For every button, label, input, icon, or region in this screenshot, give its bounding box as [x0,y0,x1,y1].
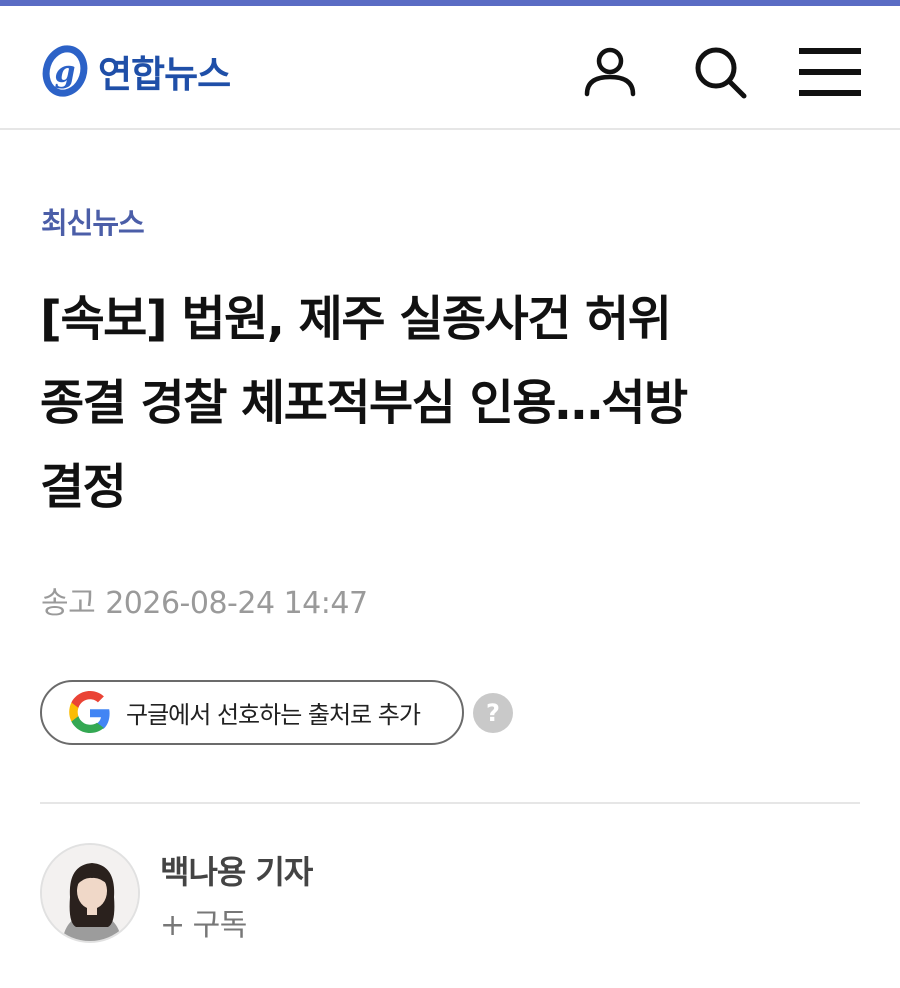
headline-line: 결정 [40,459,127,515]
google-icon [69,690,110,733]
google-pref-label: 구글에서 선호하는 출처로 추가 [126,701,421,729]
menu-icon [799,48,861,96]
date-label: 송고 [41,586,96,621]
article-headline: [속보] 법원, 제주 실종사건 허위 종결 경찰 체포적부심 인용…석방 결정 [40,277,870,529]
publish-dateline: 송고 2026-08-24 14:47 [41,578,368,622]
site-header: g 연합뉴스 [0,6,900,130]
help-icon[interactable]: ? [473,693,513,733]
reporter-photo [42,845,138,941]
google-preferred-source-button[interactable]: 구글에서 선호하는 출처로 추가 [40,680,464,745]
reporter-name[interactable]: 백나용 기자 [160,847,313,893]
yonhap-logo-icon: g [42,45,88,97]
date-value: 2026-08-24 14:47 [105,586,368,621]
search-button[interactable] [690,42,750,102]
svg-text:g: g [55,55,76,90]
headline-line: 종결 경찰 체포적부심 인용…석방 [40,375,688,431]
category-label[interactable]: 최신뉴스 [41,200,145,242]
reporter-avatar[interactable] [40,843,140,943]
user-icon [584,47,636,97]
plus-icon: + [160,908,185,943]
subscribe-label: 구독 [192,908,248,943]
search-icon [695,47,747,99]
section-divider [40,802,860,804]
logo-text: 연합뉴스 [98,53,231,96]
site-logo[interactable]: g 연합뉴스 [40,39,231,103]
headline-line: [속보] 법원, 제주 실종사건 허위 [40,291,672,347]
menu-button[interactable] [798,42,862,102]
user-button[interactable] [580,42,640,102]
subscribe-button[interactable]: + 구독 [160,900,247,944]
